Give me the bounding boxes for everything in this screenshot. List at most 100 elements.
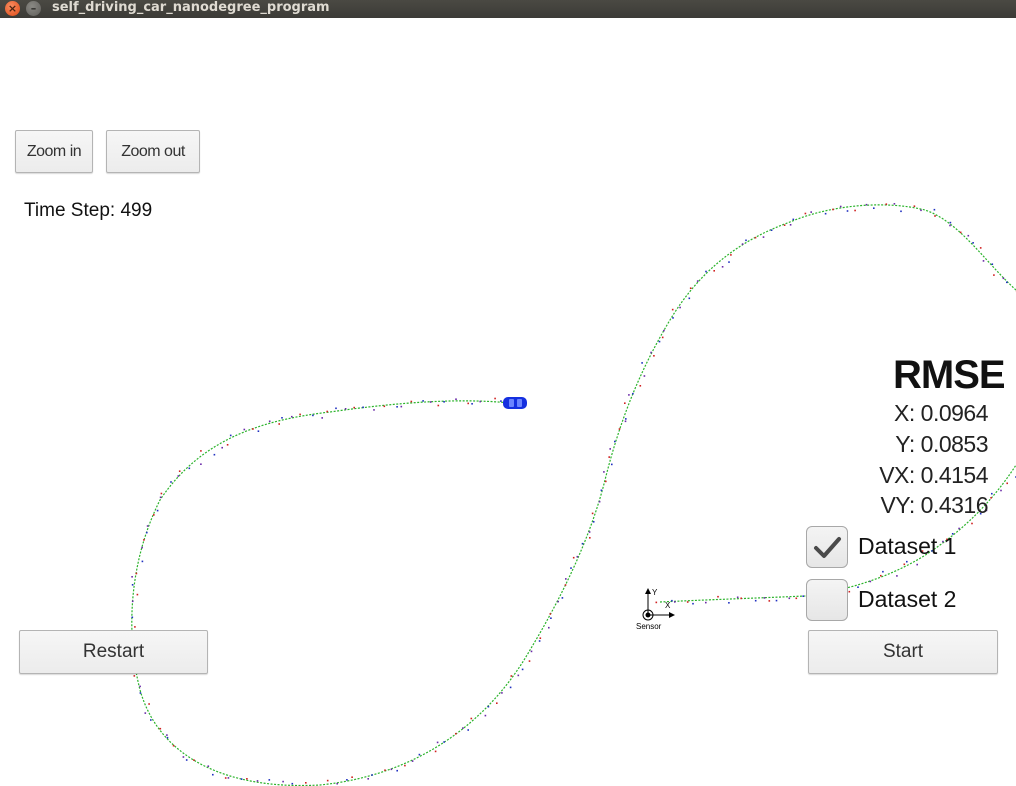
measurement-marker bbox=[671, 308, 674, 311]
measurement-marker bbox=[467, 729, 469, 731]
measurement-marker bbox=[804, 212, 807, 215]
measurement-marker bbox=[282, 780, 284, 783]
measurement-marker bbox=[335, 407, 337, 410]
measurement-marker bbox=[754, 236, 757, 239]
measurement-marker bbox=[991, 492, 993, 495]
measurement-marker bbox=[351, 776, 353, 778]
start-button[interactable]: Start bbox=[808, 630, 998, 674]
measurement-marker bbox=[672, 317, 674, 319]
measurement-marker bbox=[528, 660, 531, 662]
measurement-marker bbox=[549, 613, 552, 615]
measurement-marker bbox=[410, 400, 413, 403]
measurement-marker bbox=[221, 446, 223, 449]
rmse-y: Y: 0.0853 bbox=[895, 431, 988, 457]
measurement-marker bbox=[479, 400, 481, 403]
rmse-vx: VX: 0.4154 bbox=[879, 462, 988, 488]
dataset-2-checkbox[interactable] bbox=[806, 579, 848, 621]
measurement-marker bbox=[207, 765, 210, 767]
measurement-marker bbox=[900, 210, 902, 213]
measurement-marker bbox=[443, 741, 445, 743]
measurement-marker bbox=[795, 597, 798, 600]
measurement-marker bbox=[229, 434, 232, 437]
measurement-marker bbox=[548, 626, 550, 629]
measurement-marker bbox=[1000, 489, 1002, 492]
zoom-out-button[interactable]: Zoom out bbox=[106, 130, 200, 173]
measurement-marker bbox=[367, 778, 369, 780]
measurement-marker bbox=[581, 542, 584, 545]
measurement-marker bbox=[600, 489, 603, 492]
measurement-marker bbox=[470, 717, 473, 720]
measurement-marker bbox=[611, 463, 613, 466]
measurement-marker bbox=[443, 401, 445, 403]
measurement-marker bbox=[226, 444, 229, 446]
measurement-marker bbox=[257, 430, 260, 432]
measurement-marker bbox=[972, 242, 974, 244]
measurement-marker bbox=[246, 778, 248, 780]
measurement-marker bbox=[949, 221, 952, 224]
measurement-marker bbox=[653, 355, 655, 357]
measurement-marker bbox=[159, 496, 162, 499]
measurement-marker bbox=[789, 224, 792, 226]
measurement-marker bbox=[517, 674, 520, 677]
measurement-marker bbox=[783, 224, 786, 226]
zoom-in-button[interactable]: Zoom in bbox=[15, 130, 93, 173]
dataset-1-checkbox[interactable] bbox=[806, 526, 848, 568]
measurement-marker bbox=[588, 531, 591, 533]
measurement-marker bbox=[143, 539, 145, 541]
measurement-marker bbox=[312, 414, 314, 417]
measurement-marker bbox=[624, 420, 627, 423]
measurement-marker bbox=[131, 600, 134, 603]
measurement-marker bbox=[624, 402, 626, 404]
measurement-marker bbox=[539, 637, 542, 639]
measurement-marker bbox=[131, 584, 134, 586]
measurement-marker bbox=[643, 375, 646, 377]
measurement-marker bbox=[609, 448, 611, 450]
measurement-marker bbox=[150, 719, 152, 721]
minimize-icon[interactable]: – bbox=[26, 1, 41, 16]
measurement-marker bbox=[741, 243, 744, 245]
measurement-marker bbox=[688, 297, 691, 300]
measurement-marker bbox=[692, 602, 694, 605]
measurement-marker bbox=[496, 702, 498, 704]
measurement-marker bbox=[658, 340, 661, 343]
measurement-marker bbox=[371, 774, 373, 776]
measurement-marker bbox=[213, 453, 216, 456]
measurement-marker bbox=[686, 601, 689, 603]
measurement-marker bbox=[674, 601, 676, 603]
measurement-marker bbox=[185, 759, 188, 761]
measurement-marker bbox=[650, 351, 652, 354]
measurement-marker bbox=[865, 203, 868, 206]
measurement-marker bbox=[893, 203, 896, 205]
measurement-marker bbox=[436, 741, 439, 744]
measurement-marker bbox=[913, 205, 916, 207]
measurement-marker bbox=[728, 261, 730, 263]
measurement-marker bbox=[576, 555, 579, 558]
measurement-marker bbox=[745, 239, 747, 242]
measurement-marker bbox=[608, 456, 610, 458]
measurement-marker bbox=[212, 773, 214, 776]
measurement-marker bbox=[153, 514, 155, 516]
measurement-marker bbox=[178, 470, 181, 472]
measurement-marker bbox=[788, 597, 791, 600]
measurement-marker bbox=[933, 208, 936, 211]
measurement-marker bbox=[982, 260, 985, 262]
measurement-marker bbox=[625, 418, 627, 420]
measurement-marker bbox=[671, 599, 673, 602]
measurement-marker bbox=[136, 593, 139, 596]
measurement-marker bbox=[305, 782, 307, 784]
measurement-marker bbox=[224, 777, 227, 779]
measurement-marker bbox=[484, 714, 487, 717]
measurement-marker bbox=[993, 274, 995, 276]
restart-button[interactable]: Restart bbox=[19, 630, 208, 674]
measurement-marker bbox=[598, 500, 601, 503]
measurement-marker bbox=[144, 712, 147, 714]
measurement-marker bbox=[768, 600, 771, 602]
close-icon[interactable]: × bbox=[5, 1, 20, 16]
measurement-marker bbox=[243, 428, 246, 431]
measurement-marker bbox=[824, 212, 827, 215]
measurement-marker bbox=[854, 209, 856, 212]
window-title: self_driving_car_nanodegree_program bbox=[52, 0, 330, 15]
measurement-marker bbox=[705, 270, 707, 273]
measurement-marker bbox=[592, 521, 595, 523]
measurement-marker bbox=[979, 247, 982, 249]
